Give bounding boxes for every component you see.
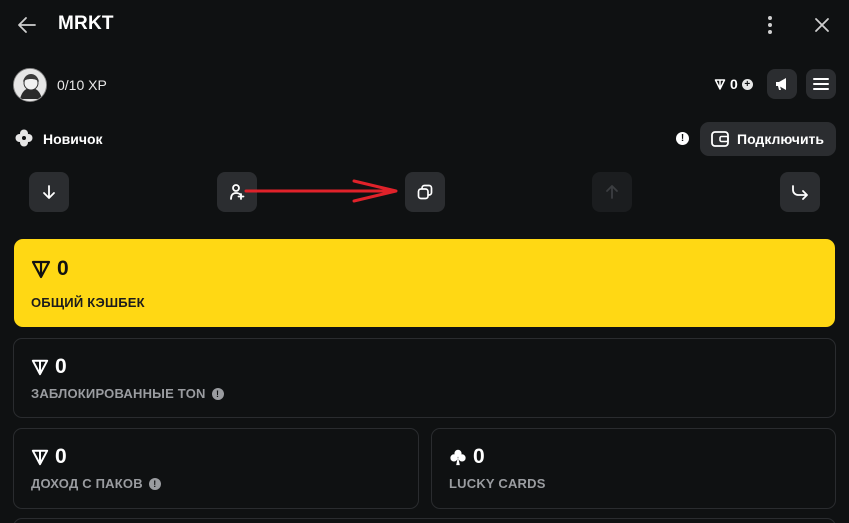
lucky-cards-label: LUCKY CARDS <box>449 476 546 491</box>
megaphone-icon <box>776 78 786 90</box>
more-vertical-icon[interactable] <box>760 14 780 36</box>
xp-progress: 0/10 XP <box>57 77 107 93</box>
pack-income-value: 0 <box>55 445 67 468</box>
back-arrow-icon[interactable] <box>16 14 38 36</box>
withdraw-button[interactable] <box>592 172 632 212</box>
hamburger-menu-icon <box>813 78 829 90</box>
ton-icon <box>31 260 51 279</box>
connect-wallet-button[interactable]: Подключить <box>700 122 836 156</box>
locked-ton-value-row: 0 <box>31 355 67 379</box>
deposit-button[interactable] <box>29 172 69 212</box>
clover-rank-icon <box>15 129 33 147</box>
share-forward-icon <box>792 185 808 200</box>
locked-ton-value: 0 <box>55 355 67 378</box>
ton-balance-value: 0 <box>730 76 738 92</box>
pack-income-label-row: ДОХОД С ПАКОВ ! <box>31 476 161 491</box>
info-icon[interactable]: ! <box>148 477 161 490</box>
next-card-peek <box>13 518 836 523</box>
ton-balance[interactable]: 0 + <box>714 76 753 92</box>
annotation-arrow-icon <box>244 179 398 203</box>
lucky-cards-value: 0 <box>473 445 485 468</box>
lucky-cards-value-row: 0 <box>449 445 485 469</box>
connect-wallet-label: Подключить <box>737 131 825 147</box>
pack-income-card: 0 ДОХОД С ПАКОВ ! <box>13 428 419 509</box>
add-funds-icon[interactable]: + <box>741 78 753 90</box>
avatar-portrait-icon <box>14 69 46 101</box>
menu-button[interactable] <box>806 69 836 99</box>
mrkt-app: MRKT 0/10 XP 0 + Новичок ! Подключить 0 … <box>0 0 849 523</box>
ton-icon <box>714 79 726 90</box>
invite-friend-button[interactable] <box>217 172 257 212</box>
lucky-cards-card: 0 LUCKY CARDS <box>431 428 836 509</box>
pack-income-label: ДОХОД С ПАКОВ <box>31 476 143 491</box>
copy-icon <box>417 184 433 200</box>
locked-ton-label-row: ЗАБЛОКИРОВАННЫЕ TON ! <box>31 386 224 401</box>
info-icon[interactable]: ! <box>676 132 689 145</box>
rank-label: Новичок <box>43 131 103 147</box>
club-suit-icon <box>450 449 466 466</box>
title-bar: MRKT <box>0 0 849 52</box>
arrow-up-icon <box>606 185 618 199</box>
announcements-button[interactable] <box>767 69 797 99</box>
avatar[interactable] <box>13 68 47 102</box>
total-cashback-value: 0 <box>57 257 69 280</box>
close-icon[interactable] <box>812 15 832 35</box>
wallet-icon <box>711 131 729 147</box>
ton-icon <box>31 449 49 466</box>
locked-ton-card: 0 ЗАБЛОКИРОВАННЫЕ TON ! <box>13 338 836 418</box>
info-icon[interactable]: ! <box>211 387 224 400</box>
ton-icon <box>31 359 49 376</box>
window-title: MRKT <box>58 13 114 34</box>
locked-ton-label: ЗАБЛОКИРОВАННЫЕ TON <box>31 386 206 401</box>
total-cashback-card: 0 ОБЩИЙ КЭШБЕК <box>14 239 835 327</box>
arrow-down-icon <box>43 185 55 199</box>
total-cashback-label: ОБЩИЙ КЭШБЕК <box>31 295 145 310</box>
invite-user-icon <box>230 184 245 200</box>
share-button[interactable] <box>780 172 820 212</box>
copy-link-button[interactable] <box>405 172 445 212</box>
total-cashback-value-row: 0 <box>31 257 69 281</box>
pack-income-value-row: 0 <box>31 445 67 469</box>
